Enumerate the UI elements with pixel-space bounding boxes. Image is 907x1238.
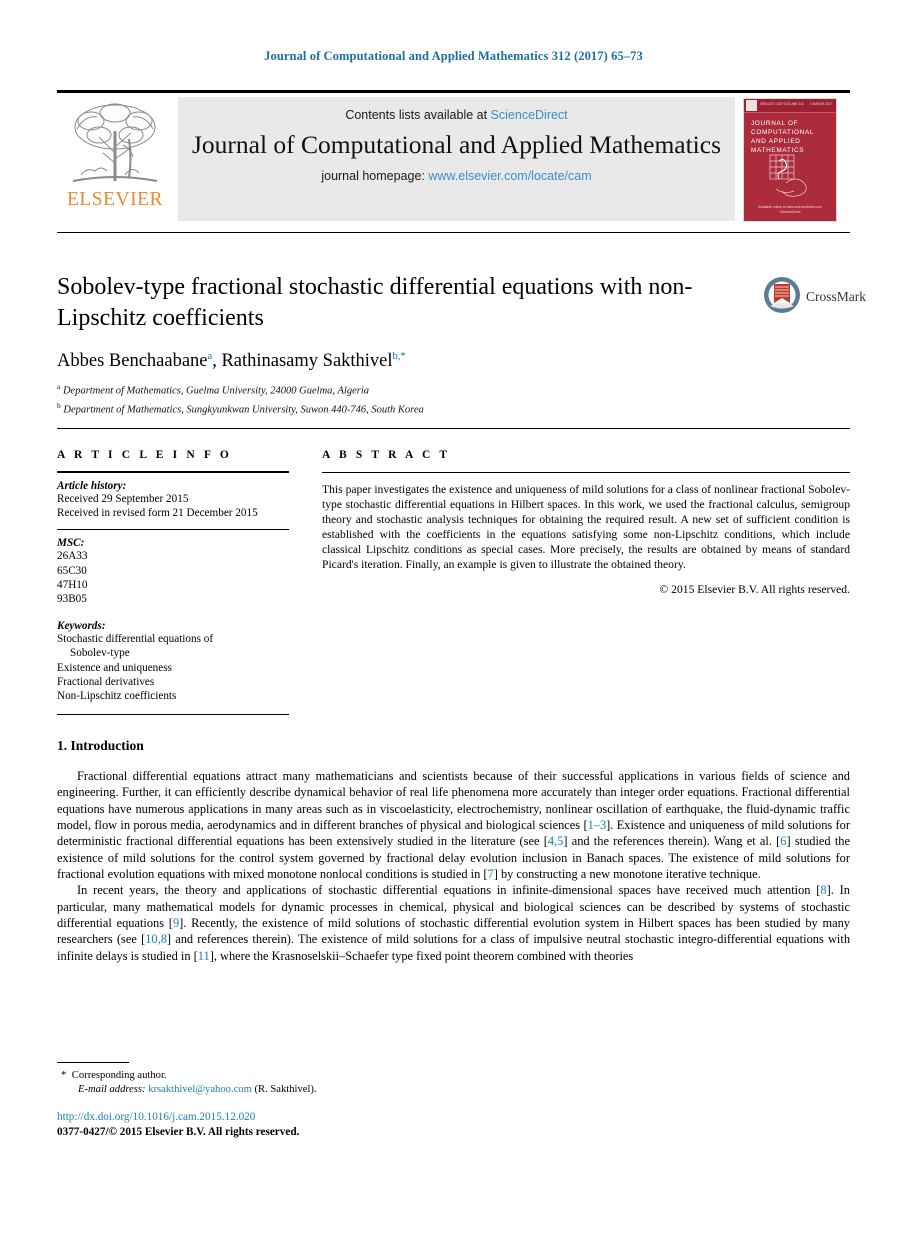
cover-artwork-icon	[769, 154, 807, 197]
email-owner: (R. Sakthivel).	[254, 1084, 317, 1095]
msc-code: 93B05	[57, 593, 87, 606]
crossmark-label: CrossMark	[806, 289, 866, 304]
masthead: ELSEVIER Contents lists available at Sci…	[57, 97, 850, 222]
homepage-prefix: journal homepage:	[321, 169, 429, 183]
keywords-label: Keywords:	[57, 620, 106, 633]
p2-text-5: ], where the Krasnoselskii–Schaefer type…	[209, 948, 634, 963]
msc-code: 26A33	[57, 550, 88, 563]
cover-topbar: ISSN 0377-0427 VOLUME 312 1 MARCH 2017	[744, 99, 836, 113]
keyword-item: Non-Lipschitz coefficients	[57, 690, 177, 703]
keyword-item: Existence and uniqueness	[57, 661, 172, 674]
email-link[interactable]: krsakthivel@yahoo.com	[148, 1084, 252, 1095]
keyword-item: Stochastic differential equations of	[57, 633, 214, 646]
affiliation-b-text: Department of Mathematics, Sungkyunkwan …	[63, 404, 424, 415]
email-label: E-mail address:	[78, 1084, 146, 1095]
contents-available-line: Contents lists available at ScienceDirec…	[178, 108, 735, 122]
affiliation-b-marker: b	[57, 400, 61, 410]
abstract-column: A B S T R A C T This paper investigates …	[322, 449, 850, 596]
article-info-rule	[57, 471, 289, 473]
p1-text-5: ] by constructing a new monotone iterati…	[493, 867, 761, 882]
affiliation-b: b Department of Mathematics, Sungkyunkwa…	[57, 399, 757, 418]
journal-homepage-link[interactable]: www.elsevier.com/locate/cam	[428, 169, 591, 183]
article-history-revised: Received in revised form 21 December 201…	[57, 507, 258, 520]
msc-label: MSC:	[57, 537, 85, 550]
elsevier-wordmark: ELSEVIER	[66, 189, 164, 210]
page-title: Sobolev-type fractional stochastic diffe…	[57, 274, 693, 331]
cover-title: JOURNAL OF COMPUTATIONAL AND APPLIED MAT…	[751, 120, 814, 154]
author-list: Abbes Benchaabanea, Rathinasamy Sakthive…	[57, 351, 757, 372]
keyword-item: Fractional derivatives	[57, 675, 155, 688]
paper-page: Journal of Computational and Applied Mat…	[0, 0, 907, 1238]
cover-footer-line2: ScienceDirect	[779, 210, 801, 214]
corresponding-author-marker[interactable]: ,*	[398, 351, 406, 362]
journal-homepage-line: journal homepage: www.elsevier.com/locat…	[178, 169, 735, 183]
paragraph-2: In recent years, the theory and applicat…	[57, 882, 850, 964]
affiliation-a-marker: a	[57, 382, 61, 391]
abstract-rule	[322, 472, 850, 473]
cover-volume: VOLUME 312	[784, 102, 804, 106]
keywords-block: Keywords: Stochastic differential equati…	[57, 620, 297, 703]
top-rule	[57, 90, 850, 93]
sciencedirect-link[interactable]: ScienceDirect	[491, 108, 568, 122]
doi-link[interactable]: http://dx.doi.org/10.1016/j.cam.2015.12.…	[57, 1111, 255, 1123]
citation-link-1-3[interactable]: 1–3	[588, 818, 607, 832]
cover-footer: Available online at www.sciencedirect.co…	[744, 205, 836, 215]
affiliation-a-text: Department of Mathematics, Guelma Univer…	[62, 385, 369, 397]
article-info-column: A R T I C L E I N F O Article history: R…	[57, 449, 297, 716]
abstract-heading: A B S T R A C T	[322, 449, 451, 461]
masthead-center: Contents lists available at ScienceDirec…	[178, 97, 735, 221]
paragraph-1: Fractional differential equations attrac…	[57, 768, 850, 882]
corresponding-author-text: Corresponding author.	[71, 1070, 167, 1081]
running-head: Journal of Computational and Applied Mat…	[264, 49, 643, 63]
article-info-rule-2	[57, 529, 289, 531]
elsevier-logo: ELSEVIER	[57, 97, 173, 221]
p2-text-1: In recent years, the theory and applicat…	[77, 883, 821, 898]
crossmark-badge[interactable]: CrossMark	[762, 275, 866, 323]
corresponding-star: *	[61, 1069, 67, 1081]
cover-elsevier-mark	[746, 100, 757, 111]
issn-copyright-line: 0377-0427/© 2015 Elsevier B.V. All right…	[57, 1126, 300, 1138]
crossmark-icon	[764, 277, 800, 313]
keyword-item: Sobolev-type	[70, 647, 130, 660]
msc-code: 47H10	[57, 578, 88, 591]
article-info-bottom-rule	[57, 714, 289, 716]
abstract-copyright: © 2015 Elsevier B.V. All rights reserved…	[659, 582, 850, 596]
journal-cover-thumbnail[interactable]: ISSN 0377-0427 VOLUME 312 1 MARCH 2017 J…	[743, 98, 837, 222]
affiliation-a: a Department of Mathematics, Guelma Univ…	[57, 380, 757, 399]
p1-text-3: ] and the references therein). Wang et a…	[563, 834, 781, 849]
article-info-heading: A R T I C L E I N F O	[57, 449, 232, 461]
msc-code: 65C30	[57, 564, 87, 577]
author-name-2: Rathinasamy Sakthivel	[221, 351, 393, 372]
citation-link-11[interactable]: 11	[198, 949, 210, 963]
citation-link-4-5[interactable]: 4,5	[548, 834, 564, 848]
introduction-body: Fractional differential equations attrac…	[57, 768, 850, 964]
abstract-top-rule	[57, 428, 850, 429]
citation-link-10-8[interactable]: 10,8	[145, 932, 167, 946]
affiliations: a Department of Mathematics, Guelma Univ…	[57, 380, 757, 417]
elsevier-tree-icon	[72, 103, 158, 182]
msc-block: MSC: 26A33 65C30 47H10 93B05	[57, 537, 297, 606]
abstract-text: This paper investigates the existence an…	[322, 483, 850, 572]
email-note: E-mail address: krsakthivel@yahoo.com (R…	[61, 1083, 561, 1097]
masthead-bottom-rule	[57, 232, 850, 233]
cover-date: 1 MARCH 2017	[810, 102, 833, 106]
contents-prefix: Contents lists available at	[345, 108, 491, 122]
corresponding-author-note: * Corresponding author.	[61, 1068, 561, 1083]
author-name-1: Abbes Benchaabane	[57, 351, 208, 372]
footnote-rule	[57, 1062, 129, 1063]
article-history-received: Received 29 September 2015	[57, 493, 189, 505]
journal-title: Journal of Computational and Applied Mat…	[191, 130, 722, 159]
article-history-label: Article history:	[57, 480, 127, 492]
section-title-introduction: 1. Introduction	[57, 738, 144, 753]
footnote-block: * Corresponding author. E-mail address: …	[61, 1068, 561, 1097]
cover-issn: ISSN 0377-0427	[760, 102, 784, 106]
